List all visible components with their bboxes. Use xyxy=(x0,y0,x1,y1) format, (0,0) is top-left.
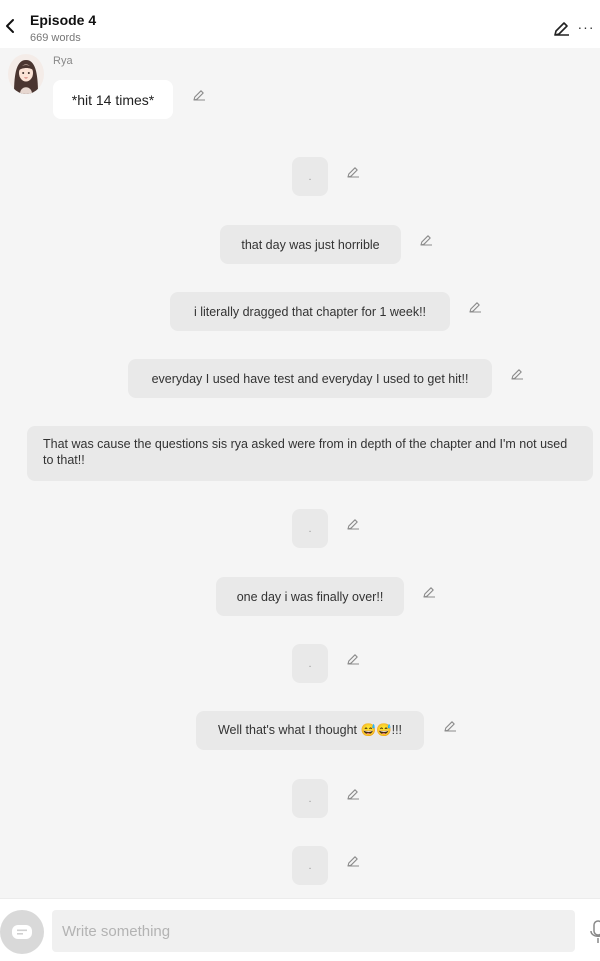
message-input[interactable] xyxy=(52,910,575,952)
edit-icon[interactable] xyxy=(344,852,362,870)
edit-icon[interactable] xyxy=(466,298,484,316)
edit-icon[interactable] xyxy=(344,785,362,803)
message-bubble[interactable]: everyday I used have test and everyday I… xyxy=(128,359,492,398)
character-message-bubble[interactable]: *hit 14 times* xyxy=(53,80,173,119)
microphone-icon[interactable] xyxy=(590,919,600,945)
character-name: Rya xyxy=(53,55,73,67)
message-text: . xyxy=(308,657,312,670)
word-count: 669 words xyxy=(30,32,81,44)
message-text: . xyxy=(308,859,312,872)
back-icon[interactable] xyxy=(0,14,20,38)
edit-icon[interactable] xyxy=(190,86,208,104)
message-bubble[interactable]: i literally dragged that chapter for 1 w… xyxy=(170,292,450,331)
edit-icon[interactable] xyxy=(344,650,362,668)
header: Episode 4 669 words ··· xyxy=(0,6,600,48)
more-icon[interactable]: ··· xyxy=(577,18,595,40)
edit-icon[interactable] xyxy=(344,515,362,533)
message-bubble[interactable]: . xyxy=(292,509,328,548)
composer-bar xyxy=(0,898,600,961)
message-text: . xyxy=(308,170,312,183)
edit-icon[interactable] xyxy=(508,365,526,383)
message-text: i literally dragged that chapter for 1 w… xyxy=(193,304,427,319)
chat-mode-icon[interactable] xyxy=(0,910,44,954)
pencil-icon[interactable] xyxy=(550,18,572,40)
message-bubble[interactable]: Well that's what I thought 😅😅!!! xyxy=(196,711,424,750)
avatar[interactable] xyxy=(8,54,44,94)
edit-icon[interactable] xyxy=(420,583,438,601)
message-bubble[interactable]: that day was just horrible xyxy=(220,225,401,264)
message-bubble[interactable]: . xyxy=(292,779,328,818)
message-bubble[interactable]: . xyxy=(292,157,328,196)
message-text: everyday I used have test and everyday I… xyxy=(151,371,469,386)
message-text: that day was just horrible xyxy=(241,237,380,252)
message-bubble[interactable]: . xyxy=(292,644,328,683)
message-bubble[interactable]: That was cause the questions sis rya ask… xyxy=(27,426,593,481)
edit-icon[interactable] xyxy=(344,163,362,181)
message-bubble[interactable]: . xyxy=(292,846,328,885)
message-text: . xyxy=(308,522,312,535)
edit-icon[interactable] xyxy=(441,717,459,735)
message-text: That was cause the questions sis rya ask… xyxy=(43,437,568,467)
edit-icon[interactable] xyxy=(417,231,435,249)
message-bubble[interactable]: one day i was finally over!! xyxy=(216,577,404,616)
page-title: Episode 4 xyxy=(30,12,97,28)
message-text: Well that's what I thought 😅😅!!! xyxy=(217,723,403,737)
message-text: one day i was finally over!! xyxy=(236,589,384,604)
message-text: . xyxy=(308,792,312,805)
